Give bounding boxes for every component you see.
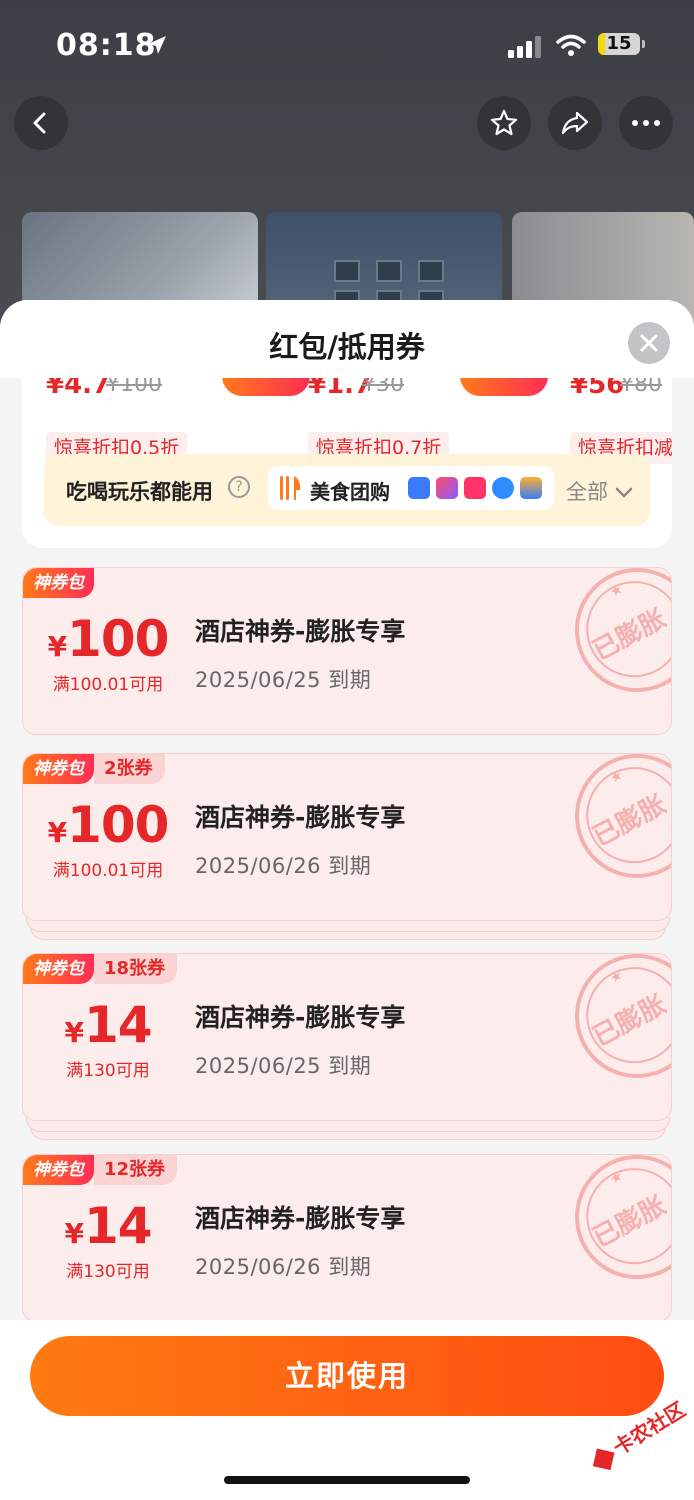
back-button[interactable] [14,96,68,150]
coupon-amount-value: 100 [67,610,169,668]
category-bar[interactable]: 吃喝玩乐都能用 ? 美食团购 全部 [44,454,650,526]
coupon-amount-value: 14 [83,1197,153,1255]
coupon-amount: ¥14 [23,1197,193,1255]
coupon-card[interactable]: 神券包 2张券 ¥100 满100.01可用 酒店神券-膨胀专享 2025/06… [22,753,672,943]
category-chip-food[interactable]: 美食团购 [268,466,554,510]
coupon-condition: 满100.01可用 [52,861,164,881]
close-icon [640,334,658,352]
coupon-badge: 神券包 2张券 [23,754,165,784]
coupon-badge-label: 神券包 [23,754,94,784]
close-button[interactable] [628,322,670,364]
coupon-expiry: 2025/06/25 到期 [195,668,372,692]
all-categories-button[interactable]: 全部 [566,476,633,506]
location-arrow-icon [146,34,168,60]
coupon-badge: 神券包 18张券 [23,954,178,984]
entertainment-category-icon [436,477,458,499]
coupon-amount: ¥14 [23,996,193,1054]
chevron-left-icon [33,112,46,134]
coupon-count: 12张券 [94,1155,178,1185]
chevron-down-icon [615,487,632,498]
coupon-count: 2张券 [94,754,165,784]
coupon-body[interactable]: 神券包 12张券 ¥14 满130可用 酒店神券-膨胀专享 2025/06/26… [22,1154,672,1322]
coupon-body[interactable]: 神券包 18张券 ¥14 满130可用 酒店神券-膨胀专享 2025/06/25… [22,953,672,1121]
coupon-name: 酒店神券-膨胀专享 [195,1204,406,1233]
coupon-name: 酒店神券-膨胀专享 [195,803,406,832]
coupon-condition: 满130可用 [66,1262,150,1282]
coupon-amount-value: 100 [67,796,169,854]
category-chip-label: 美食团购 [310,480,390,504]
coupon-condition: 满100.01可用 [52,675,164,695]
battery-tip [642,40,645,48]
battery-indicator: 15 [598,33,640,55]
watermark-icon [592,1448,615,1470]
sheet-header: 红包/抵用券 [0,300,694,378]
leisure-category-icon [464,477,486,499]
sheet-title: 红包/抵用券 [269,330,425,364]
coupon-badge-label: 神券包 [23,954,94,984]
coupon-body[interactable]: 神券包 2张券 ¥100 满100.01可用 酒店神券-膨胀专享 2025/06… [22,753,672,921]
coupon-card[interactable]: 神券包 12张券 ¥14 满130可用 酒店神券-膨胀专享 2025/06/26… [22,1154,672,1322]
expanded-stamp: ★ 已膨胀 [553,568,671,714]
coupon-expiry: 2025/06/25 到期 [195,1054,372,1078]
coupon-condition: 满130可用 [66,1061,150,1081]
coupon-expiry: 2025/06/26 到期 [195,1255,372,1279]
status-time: 08:18 [56,28,157,63]
coupon-badge-label: 神券包 [23,1155,94,1185]
all-categories-label: 全部 [566,480,608,504]
status-bar: 08:18 15 [0,28,694,68]
fork-knife-icon [280,476,301,500]
coupon-amount-value: 14 [83,996,153,1054]
coupon-currency: ¥ [47,630,68,663]
expanded-stamp: ★ 已膨胀 [553,954,671,1100]
category-bar-text: 吃喝玩乐都能用 [66,480,213,504]
coupon-currency: ¥ [47,816,68,849]
coupon-amount: ¥100 [23,610,193,668]
coupon-amount: ¥100 [23,796,193,854]
expanded-stamp: ★ 已膨胀 [553,754,671,900]
share-icon [561,111,589,135]
use-now-button[interactable]: 立即使用 [30,1336,664,1416]
coupon-badge-label: 神券包 [23,568,94,598]
coupon-name: 酒店神券-膨胀专享 [195,617,406,646]
wifi-icon [556,34,586,60]
more-dots-icon [632,120,660,126]
coupon-count: 18张券 [94,954,178,984]
coupon-badge: 神券包 12张券 [23,1155,178,1185]
battery-level: 15 [606,33,632,54]
star-icon [490,109,518,136]
medical-category-icon [492,477,514,499]
more-button[interactable] [619,96,673,150]
cellular-signal-icon [508,36,542,62]
hotel-category-icon [408,477,430,499]
coupon-card[interactable]: 神券包 ¥100 满100.01可用 酒店神券-膨胀专享 2025/06/25 … [22,567,672,735]
share-button[interactable] [548,96,602,150]
coupon-body[interactable]: 神券包 ¥100 满100.01可用 酒店神券-膨胀专享 2025/06/25 … [22,567,672,735]
coupon-card[interactable]: 神券包 18张券 ¥14 满130可用 酒店神券-膨胀专享 2025/06/25… [22,953,672,1143]
help-icon[interactable]: ? [228,476,250,498]
coupon-currency: ¥ [64,1217,84,1250]
coupon-badge: 神券包 [23,568,94,598]
bottom-action-bar: 立即使用 [0,1320,694,1500]
coupon-currency: ¥ [64,1016,84,1049]
home-indicator [224,1476,470,1484]
coupon-name: 酒店神券-膨胀专享 [195,1003,406,1032]
favorite-button[interactable] [477,96,531,150]
travel-category-icon [520,477,542,499]
expanded-stamp: ★ 已膨胀 [553,1155,671,1301]
coupon-expiry: 2025/06/26 到期 [195,854,372,878]
